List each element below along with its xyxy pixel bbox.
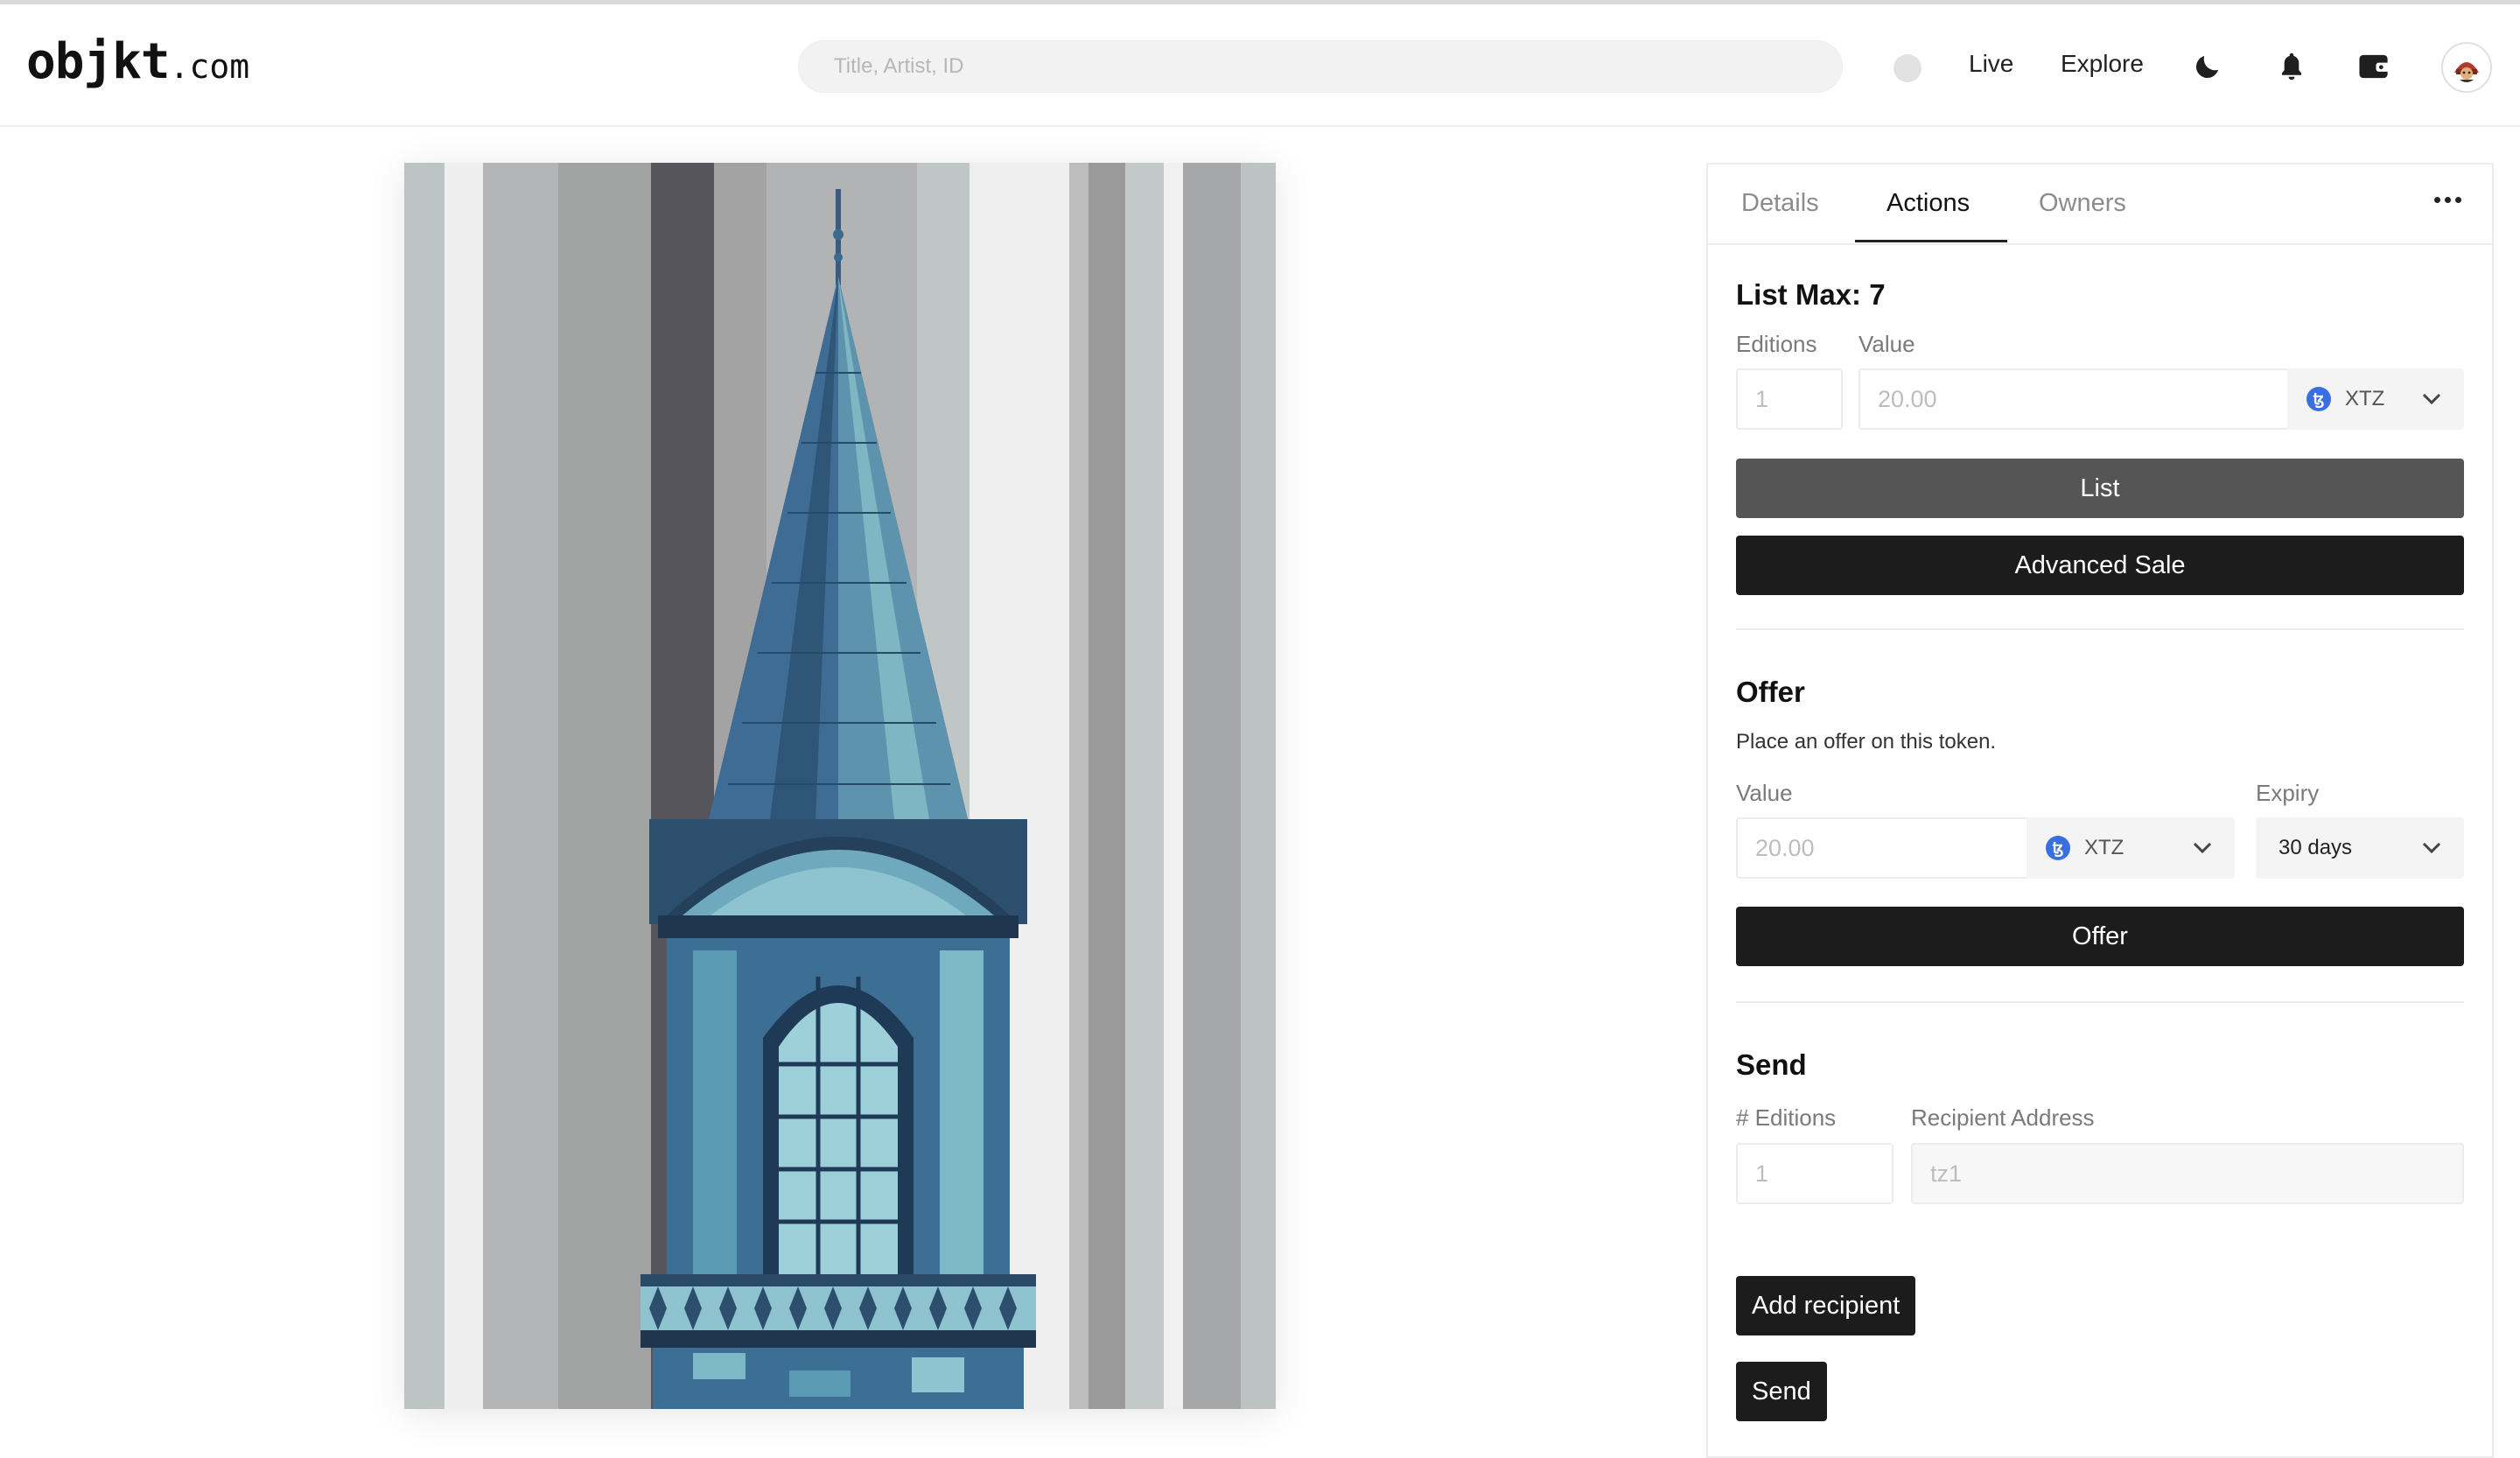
tab-owners[interactable]: Owners bbox=[2039, 189, 2126, 218]
tezos-icon: ꜩ bbox=[2306, 387, 2331, 411]
wallet-icon[interactable] bbox=[2354, 46, 2396, 88]
expiry-select[interactable]: 30 days bbox=[2256, 817, 2464, 879]
offer-description: Place an offer on this token. bbox=[1736, 730, 1997, 754]
logo-tld: .com bbox=[169, 47, 250, 86]
chevron-down-icon bbox=[2193, 842, 2212, 854]
tab-details[interactable]: Details bbox=[1741, 189, 1819, 218]
offer-currency-select[interactable]: ꜩ XTZ bbox=[2026, 817, 2235, 879]
tower-illustration bbox=[404, 163, 1276, 1458]
chevron-down-icon bbox=[2422, 393, 2441, 405]
section-divider bbox=[1736, 1001, 2464, 1003]
offer-title: Offer bbox=[1736, 676, 1805, 708]
tezos-icon: ꜩ bbox=[2046, 836, 2070, 860]
logo-main: objkt bbox=[26, 33, 171, 90]
active-tab-indicator bbox=[1855, 240, 2007, 242]
more-options-icon[interactable] bbox=[2434, 191, 2469, 208]
tab-bar: Details Actions Owners bbox=[1708, 165, 2492, 245]
search-bar[interactable] bbox=[798, 40, 1843, 93]
offer-value-field[interactable] bbox=[1738, 819, 2026, 877]
theme-toggle-icon[interactable] bbox=[2187, 46, 2229, 88]
list-currency-select[interactable]: ꜩ XTZ bbox=[2287, 368, 2464, 430]
tab-actions[interactable]: Actions bbox=[1886, 189, 1970, 218]
artwork-image bbox=[404, 163, 1276, 1458]
search-input[interactable] bbox=[799, 41, 1842, 92]
value-label: Value bbox=[1858, 331, 1915, 357]
advanced-sale-button[interactable]: Advanced Sale bbox=[1736, 536, 2464, 595]
site-header: objkt.com Live Explore bbox=[0, 4, 2520, 127]
site-logo[interactable]: objkt.com bbox=[26, 38, 249, 87]
nav-explore[interactable]: Explore bbox=[2061, 50, 2144, 78]
offer-button[interactable]: Offer bbox=[1736, 907, 2464, 966]
list-currency-value: XTZ bbox=[2345, 387, 2385, 410]
offer-value-input[interactable] bbox=[1736, 817, 2026, 879]
list-value-field[interactable] bbox=[1860, 370, 2296, 428]
send-editions-input[interactable] bbox=[1736, 1143, 1894, 1204]
avatar[interactable] bbox=[2441, 42, 2492, 93]
list-button[interactable]: List bbox=[1736, 459, 2464, 518]
editions-label: Editions bbox=[1736, 331, 1817, 357]
list-editions-field[interactable] bbox=[1738, 370, 1841, 428]
list-value-input[interactable] bbox=[1858, 368, 2296, 430]
recipient-address-input[interactable] bbox=[1911, 1143, 2464, 1204]
offer-value-label: Value bbox=[1736, 780, 1793, 806]
expiry-label: Expiry bbox=[2256, 780, 2320, 806]
add-recipient-button[interactable]: Add recipient bbox=[1736, 1276, 1916, 1335]
nav-live[interactable]: Live bbox=[1969, 50, 2013, 78]
recipient-address-field[interactable] bbox=[1913, 1145, 2462, 1202]
actions-panel: Details Actions Owners List Max: 7 Editi… bbox=[1706, 163, 2494, 1458]
bell-icon[interactable] bbox=[2271, 46, 2313, 88]
list-title: List Max: 7 bbox=[1736, 278, 1886, 311]
status-dot-icon bbox=[1894, 54, 1922, 82]
expiry-value: 30 days bbox=[2278, 836, 2353, 859]
send-title: Send bbox=[1736, 1048, 1807, 1081]
send-button[interactable]: Send bbox=[1736, 1362, 1827, 1421]
send-editions-label: # Editions bbox=[1736, 1104, 1837, 1131]
list-editions-input[interactable] bbox=[1736, 368, 1843, 430]
section-divider bbox=[1736, 628, 2464, 630]
offer-currency-value: XTZ bbox=[2084, 836, 2124, 859]
chevron-down-icon bbox=[2422, 842, 2441, 854]
recipient-address-label: Recipient Address bbox=[1911, 1104, 2095, 1131]
send-editions-field[interactable] bbox=[1738, 1145, 1892, 1202]
